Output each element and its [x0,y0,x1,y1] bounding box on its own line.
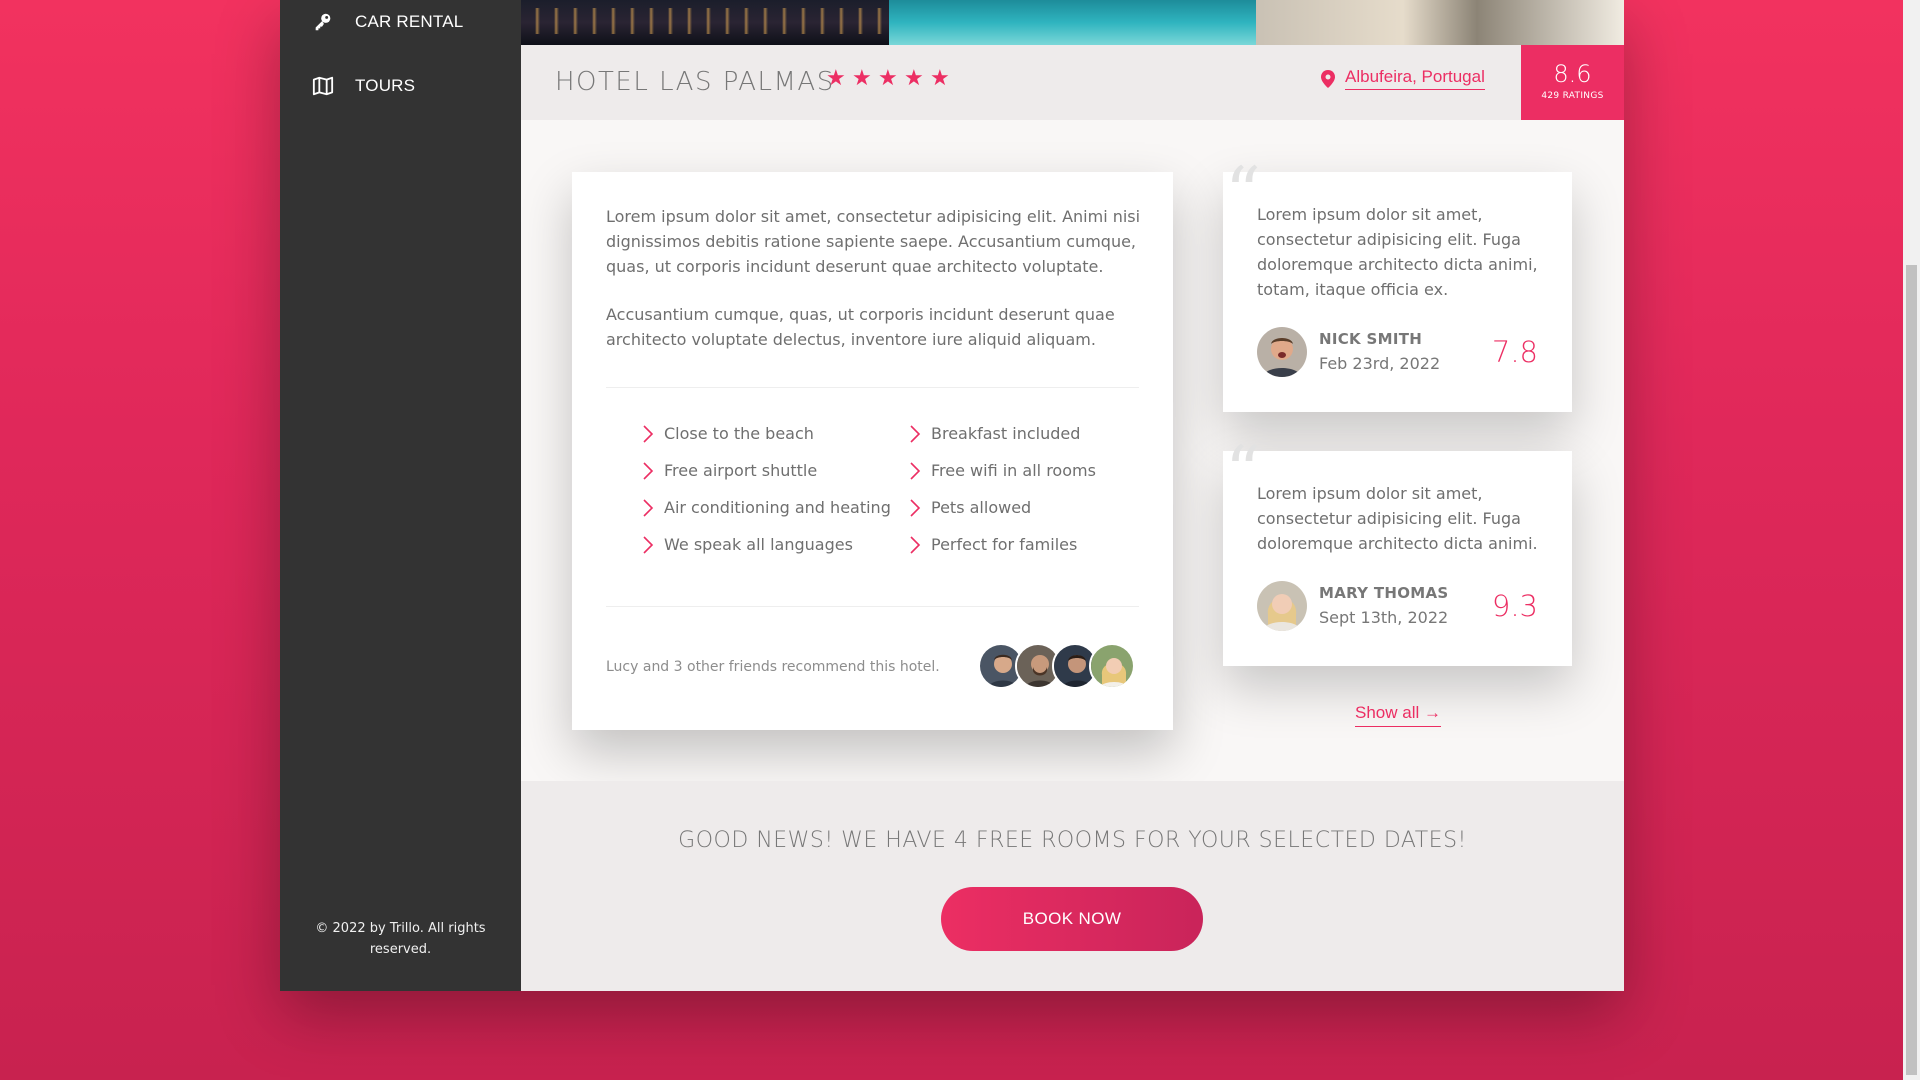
photo-gallery [521,0,1625,45]
chevron-right-icon [643,461,654,480]
sidebar-item-car-rental[interactable]: CAR RENTAL [280,0,521,47]
chevron-right-icon [910,461,921,480]
chevron-right-icon [910,498,921,517]
feature-label: Breakfast included [931,424,1081,443]
review-text: Lorem ipsum dolor sit amet, consectetur … [1257,484,1538,553]
chevron-right-icon [643,498,654,517]
feature-item: Pets allowed [909,498,1031,517]
feature-label: Free airport shuttle [664,461,818,480]
chevron-right-icon [643,535,654,554]
gallery-photo[interactable] [888,0,1257,45]
star-icon: ★ [930,66,950,91]
key-icon [315,13,331,31]
review-card: “ Lorem ipsum dolor sit amet, consectetu… [1223,158,1572,412]
quote-icon: “ [1225,152,1261,234]
scrollbar[interactable] [1903,0,1920,1080]
feature-item: Air conditioning and heating [642,498,891,517]
review-date: Feb 23rd, 2022 [1319,354,1441,373]
hotel-name: HOTEL LAS PALMAS [555,67,835,97]
hotel-overview: HOTEL LAS PALMAS ★ ★ ★ ★ ★ Albufeira, Po… [521,45,1624,120]
review-score: 9.3 [1491,589,1538,623]
feature-label: Pets allowed [931,498,1032,517]
legal-text: © 2022 by Trillo. All rights reserved. [315,921,486,957]
reviewer-name: MARY THOMAS [1319,584,1449,602]
avatar[interactable] [1089,643,1135,689]
chevron-right-icon [910,424,921,443]
description-paragraph: Accusantium cumque, quas, ut corporis in… [606,305,1115,349]
star-icon: ★ [904,66,924,91]
book-now-button[interactable]: BOOK NOW [941,887,1203,951]
recommend-text: Lucy and 3 other friends recommend this … [606,659,940,675]
location-link[interactable]: Albufeira, Portugal [1345,67,1485,90]
sidebar: CAR RENTAL TOURS © 2022 by Trillo. All r… [280,0,521,991]
feature-item: We speak all languages [642,535,853,554]
star-icon: ★ [852,66,872,91]
review-date: Sept 13th, 2022 [1319,608,1449,627]
divider [606,387,1139,388]
show-all-link[interactable]: Show all → [1355,703,1441,727]
rating-badge: 8.6 429 RATINGS [1521,45,1624,120]
description-paragraph: Lorem ipsum dolor sit amet, consectetur … [606,207,1141,276]
booking-cta: GOOD NEWS! WE HAVE 4 FREE ROOMS FOR YOUR… [521,781,1624,991]
map-icon [312,76,334,96]
scrollbar-thumb[interactable] [1906,265,1917,1075]
review-card: “ Lorem ipsum dolor sit amet, consectetu… [1223,437,1572,666]
hotel-location: Albufeira, Portugal [1321,67,1485,90]
feature-label: Air conditioning and heating [664,498,891,517]
feature-item: Free wifi in all rooms [909,461,1096,480]
map-pin-icon [1321,69,1335,88]
reviewer-name: NICK SMITH [1319,330,1423,348]
star-icon: ★ [826,66,846,91]
sidebar-item-label: CAR RENTAL [355,12,464,31]
chevron-right-icon [643,424,654,443]
friend-avatars [978,643,1135,689]
feature-label: Free wifi in all rooms [931,461,1096,480]
description-card: Lorem ipsum dolor sit amet, consectetur … [572,172,1173,730]
gallery-photo[interactable] [1256,0,1625,45]
feature-label: Perfect for familes [931,535,1078,554]
review-score: 7.8 [1491,335,1538,369]
feature-item: Breakfast included [909,424,1080,443]
feature-item: Perfect for familes [909,535,1077,554]
sidebar-item-label: TOURS [355,76,416,95]
quote-icon: “ [1225,431,1261,513]
cta-text: GOOD NEWS! WE HAVE 4 FREE ROOMS FOR YOUR… [678,828,1467,853]
avatar [1257,327,1307,377]
review-text: Lorem ipsum dolor sit amet, consectetur … [1257,205,1538,299]
sidebar-item-tours[interactable]: TOURS [280,61,521,111]
feature-item: Free airport shuttle [642,461,817,480]
gallery-photo[interactable] [521,0,889,45]
star-icon: ★ [878,66,898,91]
divider [606,606,1139,607]
chevron-right-icon [910,535,921,554]
star-rating: ★ ★ ★ ★ ★ [826,66,950,91]
feature-item: Close to the beach [642,424,814,443]
feature-label: We speak all languages [664,535,853,554]
rating-count: 429 RATINGS [1541,91,1604,101]
avatar [1257,581,1307,631]
feature-label: Close to the beach [664,424,814,443]
app-container: CAR RENTAL TOURS © 2022 by Trillo. All r… [280,0,1625,991]
rating-average: 8.6 [1553,60,1592,88]
main-content: HOTEL LAS PALMAS ★ ★ ★ ★ ★ Albufeira, Po… [521,0,1625,991]
